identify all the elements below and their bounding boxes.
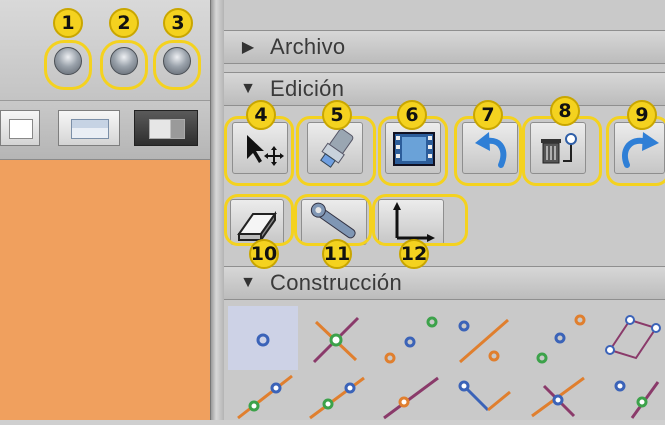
sidebar-pane-icon <box>149 119 185 139</box>
view-button-sidebar[interactable] <box>134 110 198 146</box>
section-title: Archivo <box>270 34 346 59</box>
badge-1: 1 <box>53 8 83 38</box>
section-title: Edición <box>270 76 345 101</box>
split-pane-icon <box>71 119 109 139</box>
parallel-icon <box>614 380 660 419</box>
line-tool-button[interactable] <box>374 372 448 420</box>
collapse-arrow-icon: ▼ <box>240 80 256 97</box>
collapse-arrow-icon: ▼ <box>240 274 256 291</box>
segment-icon <box>237 374 293 420</box>
rotate-points-icon <box>536 314 586 364</box>
perpendicular-icon <box>531 376 585 418</box>
badge-7: 7 <box>473 100 503 130</box>
single-pane-icon <box>9 119 33 139</box>
vector-icon <box>458 380 511 412</box>
parallel-tool-button[interactable] <box>596 372 665 420</box>
badge-11: 11 <box>322 239 352 269</box>
line-icon <box>383 376 439 420</box>
highlight-2 <box>100 40 148 90</box>
view-button-split[interactable] <box>58 110 120 146</box>
badge-8: 8 <box>550 96 580 126</box>
section-title: Construcción <box>270 270 402 295</box>
badge-4: 4 <box>246 100 276 130</box>
ray-tool-button[interactable] <box>300 372 374 420</box>
badge-6: 6 <box>397 100 427 130</box>
expand-arrow-icon: ▶ <box>241 39 255 56</box>
view-button-single[interactable] <box>0 110 40 146</box>
polygon-icon <box>605 315 661 360</box>
perpendicular-tool-button[interactable] <box>522 372 596 420</box>
intersection-tool-button[interactable] <box>300 306 374 370</box>
highlight-8 <box>522 116 602 186</box>
highlight-12 <box>372 194 468 246</box>
section-edicion[interactable]: ▼ Edición <box>224 72 665 106</box>
badge-2: 2 <box>109 8 139 38</box>
points-tool-button[interactable] <box>374 306 448 370</box>
badge-9: 9 <box>627 100 657 130</box>
rotate-points-tool-button[interactable] <box>522 306 596 370</box>
point-icon <box>256 333 270 347</box>
badge-5: 5 <box>322 100 352 130</box>
highlight-1 <box>44 40 92 90</box>
midpoint-icon <box>458 318 509 364</box>
points-icon <box>384 316 438 364</box>
polygon-tool-button[interactable] <box>596 306 665 370</box>
midpoint-tool-button[interactable] <box>448 306 522 370</box>
segment-tool-button[interactable] <box>228 372 302 420</box>
intersection-icon <box>312 316 360 364</box>
highlight-10 <box>224 194 294 246</box>
badge-3: 3 <box>163 8 193 38</box>
canvas-area <box>0 160 210 420</box>
section-archivo[interactable]: ▶ Archivo <box>224 30 665 64</box>
point-tool-button[interactable] <box>228 306 298 370</box>
badge-10: 10 <box>249 239 279 269</box>
highlight-11 <box>294 194 372 246</box>
section-construccion[interactable]: ▼ Construcción <box>224 266 665 300</box>
pane-divider[interactable] <box>210 0 224 420</box>
vector-tool-button[interactable] <box>448 372 522 420</box>
badge-12: 12 <box>399 239 429 269</box>
highlight-3 <box>153 40 201 90</box>
ray-icon <box>309 376 365 420</box>
